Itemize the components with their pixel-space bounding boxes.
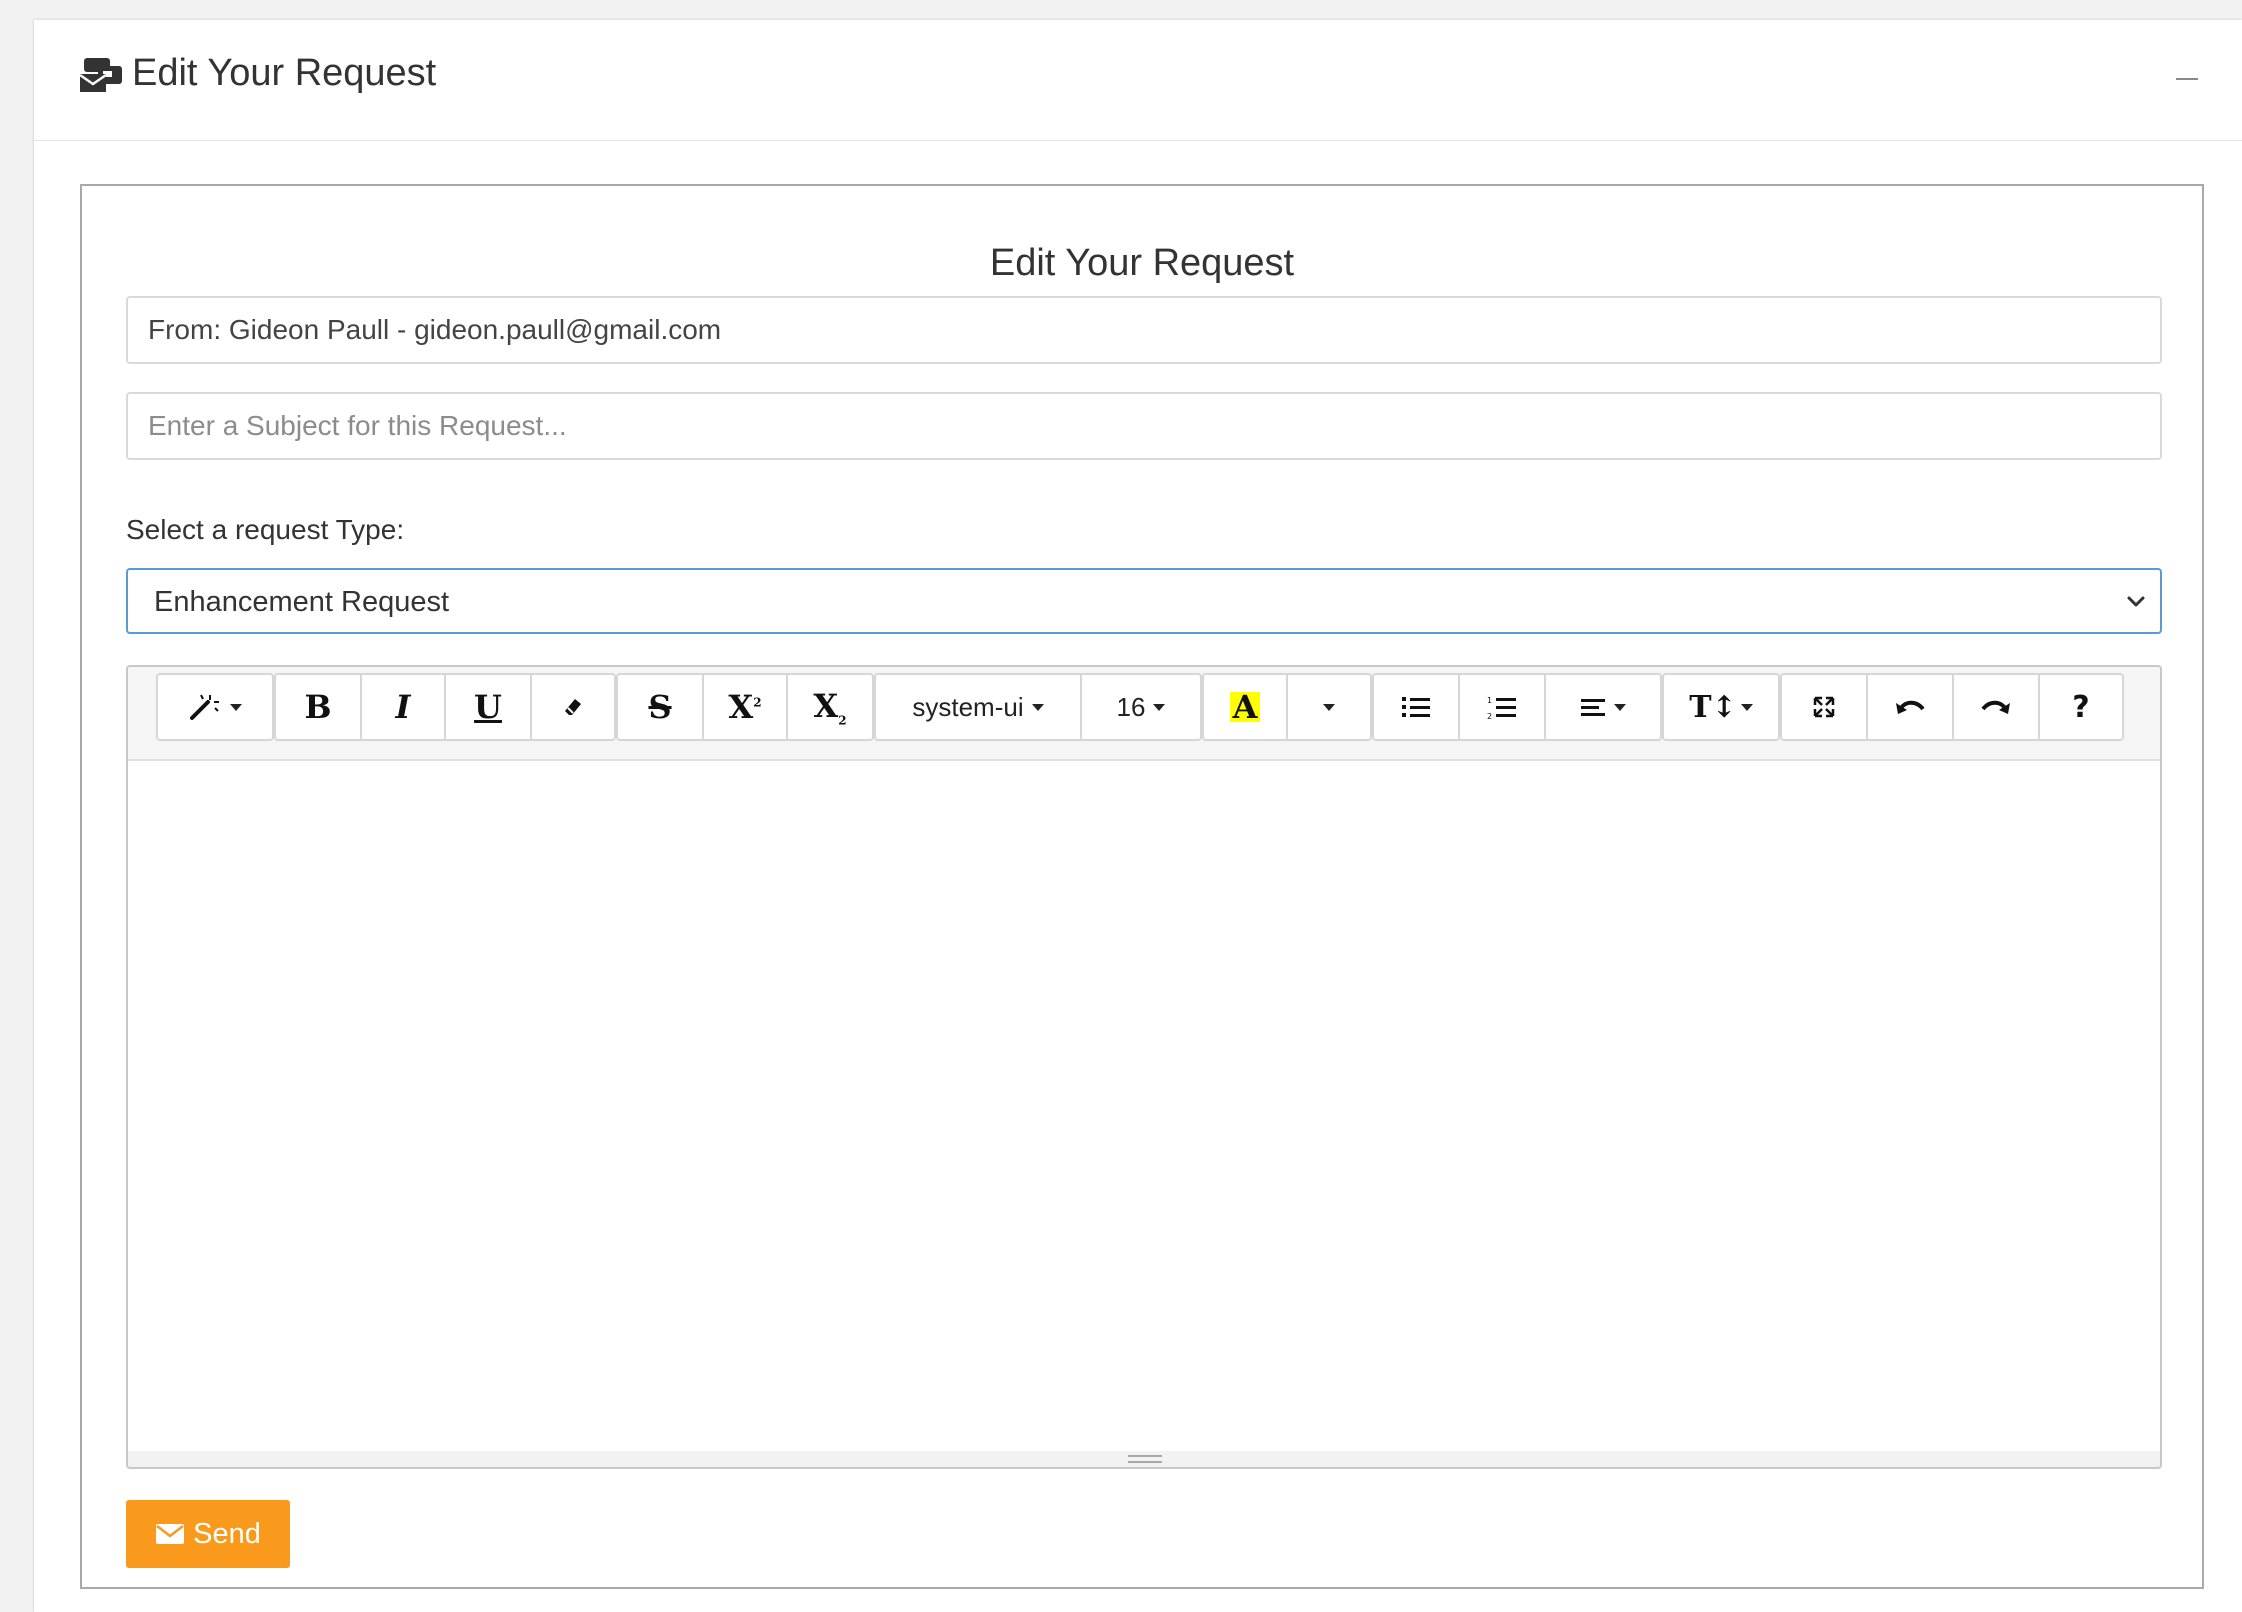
request-form: Edit Your Request From: Gideon Paull - g… xyxy=(80,184,2204,1589)
editor-toolbar: B I U S X2 X2 system-ui 16 A 1 2 T↕ ? xyxy=(128,667,2160,761)
style-button[interactable] xyxy=(156,673,274,741)
superscript-icon: X2 xyxy=(728,688,762,726)
page: Edit Your Request Edit Your Request From… xyxy=(0,0,2242,1612)
caret-down-icon xyxy=(1740,703,1753,711)
caret-down-icon xyxy=(1323,703,1335,711)
subscript-button[interactable]: X2 xyxy=(786,673,874,741)
expand-icon xyxy=(1813,696,1835,718)
bold-button[interactable]: B xyxy=(274,673,362,741)
font-size-dropdown[interactable]: 16 xyxy=(1080,673,1202,741)
caret-down-icon xyxy=(1031,703,1044,711)
bullet-list-icon xyxy=(1402,697,1430,717)
collapse-button[interactable] xyxy=(2172,64,2202,94)
underline-button[interactable]: U xyxy=(444,673,532,741)
minus-icon xyxy=(2176,78,2198,80)
align-left-icon xyxy=(1581,699,1605,716)
request-type-value: Enhancement Request xyxy=(154,586,450,618)
send-label: Send xyxy=(193,1517,261,1550)
svg-text:1: 1 xyxy=(1487,696,1492,705)
chevron-down-icon xyxy=(2127,596,2145,607)
editor-content-area[interactable] xyxy=(128,761,2160,1451)
text-height-icon: T↕ xyxy=(1689,689,1737,725)
svg-text:2: 2 xyxy=(1487,712,1492,720)
form-title: Edit Your Request xyxy=(989,242,1295,284)
unordered-list-button[interactable] xyxy=(1372,673,1460,741)
undo-button[interactable] xyxy=(1866,673,1954,741)
editor-resize-handle[interactable] xyxy=(128,1451,2160,1467)
request-type-select[interactable]: Enhancement Request xyxy=(126,568,2162,634)
send-button[interactable]: Send xyxy=(126,1500,290,1568)
redo-button[interactable] xyxy=(1952,673,2040,741)
request-type-label: Select a request Type: xyxy=(126,514,405,545)
subject-input[interactable] xyxy=(126,392,2162,460)
highlight-icon: A xyxy=(1229,691,1261,723)
caret-down-icon xyxy=(1153,703,1166,711)
grip-icon xyxy=(1128,1455,1162,1463)
strikethrough-icon: S xyxy=(648,688,672,726)
underline-icon: U xyxy=(474,688,502,726)
mailbox-icon xyxy=(79,58,122,92)
highlight-color-button[interactable]: A xyxy=(1202,673,1288,741)
request-card: Edit Your Request Edit Your Request From… xyxy=(34,20,2242,1612)
paragraph-align-dropdown[interactable] xyxy=(1544,673,1662,741)
font-family-dropdown[interactable]: system-ui xyxy=(874,673,1082,741)
magic-wand-icon xyxy=(190,694,219,720)
header-title: Edit Your Request xyxy=(132,52,437,94)
undo-icon xyxy=(1896,700,1925,714)
redo-icon xyxy=(1981,700,2010,714)
help-button[interactable]: ? xyxy=(2038,673,2124,741)
caret-down-icon xyxy=(230,703,242,711)
envelope-icon xyxy=(156,1524,185,1544)
color-dropdown-button[interactable] xyxy=(1286,673,1372,741)
clear-format-button[interactable] xyxy=(530,673,616,741)
ordered-list-button[interactable]: 1 2 xyxy=(1458,673,1546,741)
fullscreen-button[interactable] xyxy=(1780,673,1868,741)
superscript-button[interactable]: X2 xyxy=(702,673,788,741)
rich-text-editor: B I U S X2 X2 system-ui 16 A 1 2 T↕ ? xyxy=(126,665,2162,1469)
font-size-value: 16 xyxy=(1116,691,1146,722)
card-header: Edit Your Request xyxy=(34,20,2242,141)
bold-icon: B xyxy=(304,688,332,726)
line-height-dropdown[interactable]: T↕ xyxy=(1662,673,1780,741)
italic-button[interactable]: I xyxy=(360,673,446,741)
italic-icon: I xyxy=(395,688,411,726)
numbered-list-icon: 1 2 xyxy=(1487,696,1516,720)
from-field[interactable]: From: Gideon Paull - gideon.paull@gmail.… xyxy=(126,296,2162,364)
subscript-icon: X2 xyxy=(813,686,847,728)
caret-down-icon xyxy=(1614,703,1626,711)
strikethrough-button[interactable]: S xyxy=(616,673,704,741)
question-icon: ? xyxy=(2072,689,2090,725)
font-family-value: system-ui xyxy=(912,691,1024,722)
eraser-icon xyxy=(565,699,581,715)
